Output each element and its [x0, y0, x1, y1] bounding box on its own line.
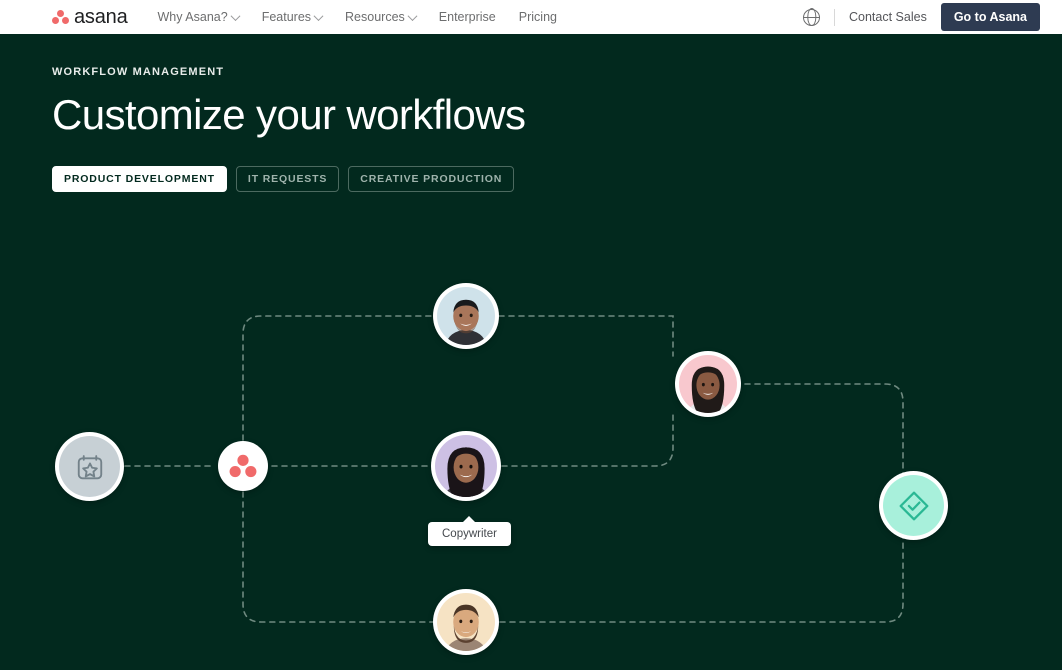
tooltip-label: Copywriter	[442, 528, 497, 540]
nav-item-resources[interactable]: Resources	[345, 10, 416, 24]
node-asana-hub[interactable]	[218, 441, 268, 491]
nav-item-label: Enterprise	[439, 10, 496, 24]
node-person-bottom[interactable]	[433, 589, 499, 655]
connector-person-middle-to-right	[502, 413, 673, 466]
nav-divider	[834, 9, 835, 26]
nav-item-enterprise[interactable]: Enterprise	[439, 10, 496, 24]
page-root: asana Why Asana? Features Resources Ente…	[0, 0, 1062, 670]
nav-item-label: Why Asana?	[158, 10, 228, 24]
nav-right-group: Contact Sales Go to Asana	[803, 3, 1040, 31]
node-person-right[interactable]	[675, 351, 741, 417]
calendar-star-icon	[75, 452, 105, 482]
nav-links: Why Asana? Features Resources Enterprise…	[158, 10, 557, 24]
connector-hub-to-person-bottom	[243, 492, 433, 622]
asana-logo-text: asana	[74, 7, 128, 27]
tab-product-development[interactable]: PRODUCT DEVELOPMENT	[52, 166, 227, 192]
avatar-woman-pink	[679, 355, 737, 413]
asana-dots-logo-icon	[230, 454, 257, 478]
contact-sales-link[interactable]: Contact Sales	[849, 10, 927, 24]
chevron-down-icon	[230, 11, 240, 21]
nav-item-pricing[interactable]: Pricing	[519, 10, 557, 24]
go-to-asana-button[interactable]: Go to Asana	[941, 3, 1040, 31]
node-person-middle[interactable]	[431, 431, 501, 501]
category-tabs: PRODUCT DEVELOPMENT IT REQUESTS CREATIVE…	[52, 166, 1062, 192]
eyebrow-label: WORKFLOW MANAGEMENT	[52, 66, 1062, 78]
connector-person-top-to-right	[499, 316, 673, 356]
connector-person-bottom-to-approval	[500, 530, 903, 622]
avatar-woman-lavender	[435, 435, 497, 497]
tab-it-requests[interactable]: IT REQUESTS	[236, 166, 339, 192]
chevron-down-icon	[314, 11, 324, 21]
top-navigation-bar: asana Why Asana? Features Resources Ente…	[0, 0, 1062, 34]
avatar-man-blue	[437, 287, 495, 345]
avatar-man-cream	[437, 593, 495, 651]
node-approval[interactable]	[879, 471, 948, 540]
hero-section: WORKFLOW MANAGEMENT Customize your workf…	[0, 34, 1062, 192]
nav-item-features[interactable]: Features	[262, 10, 322, 24]
nav-item-label: Pricing	[519, 10, 557, 24]
nav-left-group: asana Why Asana? Features Resources Ente…	[52, 7, 557, 27]
node-trigger[interactable]	[55, 432, 124, 501]
node-person-top[interactable]	[433, 283, 499, 349]
diamond-check-icon	[897, 489, 931, 523]
tab-creative-production[interactable]: CREATIVE PRODUCTION	[348, 166, 514, 192]
page-title: Customize your workflows	[52, 92, 1062, 138]
asana-logo[interactable]: asana	[52, 7, 128, 27]
tooltip-copywriter: Copywriter	[428, 522, 511, 546]
nav-item-label: Resources	[345, 10, 405, 24]
chevron-down-icon	[407, 11, 417, 21]
globe-icon[interactable]	[803, 9, 820, 26]
asana-dots-logo-icon	[52, 10, 69, 25]
connector-hub-to-person-top	[243, 316, 433, 440]
nav-item-label: Features	[262, 10, 311, 24]
connector-person-right-to-approval	[745, 384, 903, 480]
nav-item-why-asana[interactable]: Why Asana?	[158, 10, 239, 24]
